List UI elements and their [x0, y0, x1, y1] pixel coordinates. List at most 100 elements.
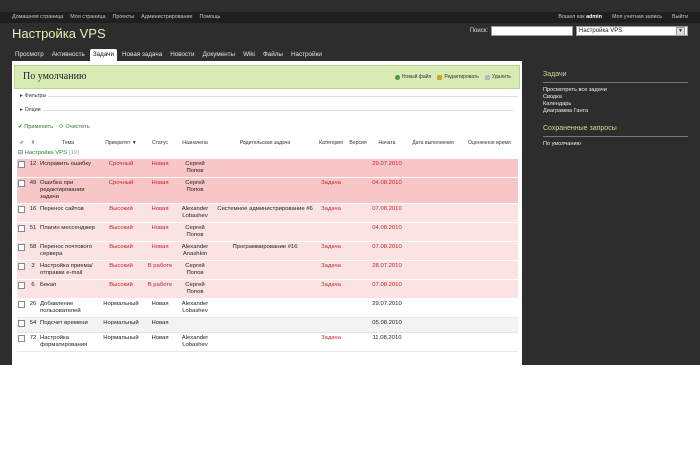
cell-id[interactable]: 49 — [27, 177, 39, 204]
cell-id[interactable]: 6 — [27, 279, 39, 299]
cell-parent[interactable] — [215, 159, 315, 178]
row-checkbox[interactable] — [18, 301, 25, 308]
cell-assignee[interactable]: Сергей Попов — [175, 177, 215, 204]
column-header[interactable]: Версия — [347, 137, 369, 148]
cell-subject[interactable]: Исправить ошибку — [39, 159, 97, 178]
row-checkbox[interactable] — [18, 225, 25, 232]
column-header[interactable]: Родительская задача — [215, 137, 315, 148]
cell-assignee[interactable] — [175, 317, 215, 333]
cell-assignee[interactable]: Alexander Lobashev — [175, 203, 215, 223]
table-row[interactable]: 3 Настройка приема/отправки e-mail Высокий… — [17, 260, 518, 280]
group-name[interactable]: Настройка VPS — [25, 150, 67, 156]
sidebar-link-calendar[interactable]: Календарь — [543, 101, 688, 108]
delete-button[interactable]: Удалить — [484, 74, 511, 80]
column-header[interactable]: Категория — [315, 137, 347, 148]
table-row[interactable]: 72 Настройка форматирования Нормальный Нова… — [17, 332, 518, 352]
logout-link[interactable]: Выйти — [672, 14, 688, 20]
cell-parent[interactable] — [215, 260, 315, 280]
cell-subject[interactable]: Ошибка при редактировании задачи — [39, 177, 97, 204]
row-checkbox[interactable] — [18, 282, 25, 289]
tab-news[interactable]: Новости — [167, 49, 197, 61]
chevron-down-icon[interactable]: ▼ — [676, 26, 685, 36]
tab-documents[interactable]: Документы — [200, 49, 238, 61]
row-checkbox[interactable] — [18, 206, 25, 213]
sidebar-link-gantt[interactable]: Диаграмма Ганта — [543, 108, 688, 115]
new-file-button[interactable]: Новый файл — [394, 74, 431, 80]
table-row[interactable]: 54 Подсчет времени Нормальный Новая 05.08.20… — [17, 317, 518, 333]
cell-assignee[interactable]: Сергей Попов — [175, 279, 215, 299]
table-row[interactable]: 51 Плагин мессенджер Высокий Новая Сергей По… — [17, 222, 518, 242]
top-link-help[interactable]: Помощь — [200, 14, 221, 20]
tab-settings[interactable]: Настройки — [288, 49, 325, 61]
column-header[interactable]: Дата выполнения — [405, 137, 461, 148]
column-header[interactable]: Тема — [39, 137, 97, 148]
collapse-icon[interactable]: ⊟ — [18, 150, 23, 156]
cell-subject[interactable]: Плагин мессенджер — [39, 222, 97, 242]
search-input[interactable] — [491, 26, 573, 36]
toggle-all-checkbox[interactable]: ✔ — [17, 137, 27, 148]
edit-button[interactable]: Редактировать — [437, 74, 479, 80]
cell-subject[interactable]: Перенос почтового сервера — [39, 241, 97, 261]
row-checkbox[interactable] — [18, 161, 25, 168]
row-checkbox[interactable] — [18, 244, 25, 251]
sidebar-link-all-issues[interactable]: Просмотреть все задачи — [543, 87, 688, 94]
username[interactable]: admin — [586, 14, 602, 20]
column-header[interactable]: Начата — [369, 137, 405, 148]
row-checkbox[interactable] — [18, 180, 25, 187]
tab-overview[interactable]: Просмотр — [12, 49, 47, 61]
cell-subject[interactable]: Настройка форматирования — [39, 332, 97, 352]
cell-assignee[interactable]: Сергей Попов — [175, 222, 215, 242]
cell-id[interactable]: 51 — [27, 222, 39, 242]
cell-parent[interactable] — [215, 177, 315, 204]
top-link-my-page[interactable]: Моя страница — [70, 14, 105, 20]
tab-issues[interactable]: Задачи — [89, 49, 117, 61]
sidebar-link-summary[interactable]: Сводка — [543, 94, 688, 101]
table-row[interactable]: 58 Перенос почтового сервера Высокий Новая A… — [17, 241, 518, 261]
cell-assignee[interactable]: Alexander Lobashev — [175, 298, 215, 318]
my-account-link[interactable]: Моя учетная запись — [612, 14, 662, 20]
tab-activity[interactable]: Активность — [49, 49, 88, 61]
cell-assignee[interactable]: Сергей Попов — [175, 260, 215, 280]
column-header[interactable]: # — [27, 137, 39, 148]
apply-button[interactable]: ✔ Применить — [18, 124, 53, 130]
cell-id[interactable]: 3 — [27, 260, 39, 280]
cell-parent[interactable] — [215, 279, 315, 299]
cell-subject[interactable]: Бекап — [39, 279, 97, 299]
cell-id[interactable]: 16 — [27, 203, 39, 223]
top-link-administration[interactable]: Администрирование — [141, 14, 192, 20]
cell-subject[interactable]: Перенос сайтов — [39, 203, 97, 223]
options-toggle[interactable]: ▸ Опции — [20, 107, 513, 113]
cell-assignee[interactable]: Alexander Lobashev — [175, 332, 215, 352]
cell-parent[interactable] — [215, 317, 315, 333]
row-checkbox[interactable] — [18, 335, 25, 342]
cell-parent[interactable]: Системное администрирование #6 — [215, 203, 315, 223]
row-checkbox[interactable] — [18, 320, 25, 327]
top-link-projects[interactable]: Проекты — [113, 14, 135, 20]
cell-id[interactable]: 58 — [27, 241, 39, 261]
table-row[interactable]: 16 Перенос сайтов Высокий Новая Alexander Lo… — [17, 203, 518, 223]
row-checkbox[interactable] — [18, 263, 25, 270]
table-row[interactable]: 6 Бекап Высокий В работе Сергей Попов Задача 0… — [17, 279, 518, 299]
cell-assignee[interactable]: Alexander Anashkin — [175, 241, 215, 261]
cell-parent[interactable]: Программирование #16 — [215, 241, 315, 261]
column-header[interactable]: Статус — [145, 137, 175, 148]
cell-subject[interactable]: Подсчет времени — [39, 317, 97, 333]
cell-id[interactable]: 72 — [27, 332, 39, 352]
cell-subject[interactable]: Добавление пользователей — [39, 298, 97, 318]
cell-subject[interactable]: Настройка приема/отправки e-mail — [39, 260, 97, 280]
cell-assignee[interactable]: Сергей Попов — [175, 159, 215, 178]
column-header[interactable]: Назначена — [175, 137, 215, 148]
table-row[interactable]: 26 Добавление пользователей Нормальный Нова… — [17, 298, 518, 318]
table-row[interactable]: 12 Исправить ошибку Срочный Новая Сергей Поп… — [17, 159, 518, 178]
cell-parent[interactable] — [215, 332, 315, 352]
project-jump-select[interactable]: Настройка VPS ▼ — [576, 26, 688, 36]
table-row[interactable]: 49 Ошибка при редактировании задачи Срочны… — [17, 177, 518, 204]
tab-wiki[interactable]: Wiki — [240, 49, 258, 61]
column-header-sorted[interactable]: Приоритет ▼ — [97, 137, 145, 148]
cell-id[interactable]: 54 — [27, 317, 39, 333]
clear-button[interactable]: ⟳ Очистить — [59, 124, 90, 130]
top-link-home[interactable]: Домашняя страница — [12, 14, 63, 20]
cell-parent[interactable] — [215, 222, 315, 242]
cell-parent[interactable] — [215, 298, 315, 318]
filters-toggle[interactable]: ▸ Фильтры — [20, 93, 519, 99]
